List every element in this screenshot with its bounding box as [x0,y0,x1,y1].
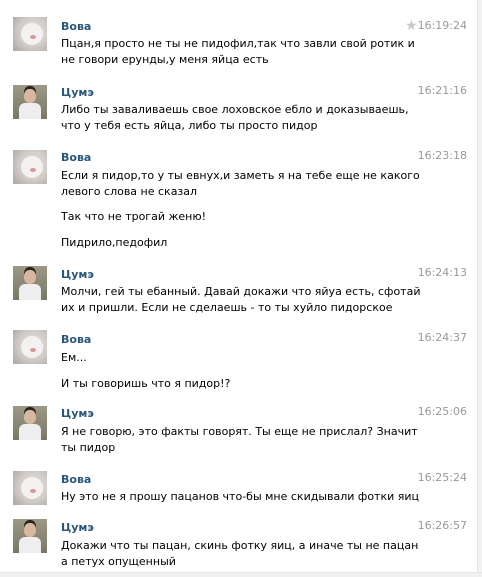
avatar[interactable] [13,406,47,440]
message-text: Либо ты заваливаешь свое лоховское ебло … [61,103,409,132]
avatar[interactable] [13,471,47,505]
message-time[interactable]: 16:26:57 [418,519,467,532]
message-author[interactable]: Вова [61,151,91,164]
message-author[interactable]: Вова [61,333,91,346]
bottom-border [0,572,482,577]
message-time[interactable]: 16:24:37 [418,331,467,344]
message-author[interactable]: Цумэ [61,521,94,534]
message-author[interactable]: Цумэ [61,407,94,420]
message-author[interactable]: Цумэ [61,268,94,281]
avatar[interactable] [13,17,47,51]
message-text: Ну это не я прошу пацанов что-бы мне ски… [61,490,419,503]
avatar[interactable] [13,519,47,553]
avatar[interactable] [13,330,47,364]
message-text: Ем... [61,351,87,364]
message-text: Так что не трогай женю! [61,210,207,223]
avatar[interactable] [13,266,47,300]
message-text: Докажи что ты пацан, скинь фотку яиц, а … [61,539,419,568]
message-text: Я не говорю, это факты говорят. Ты еще н… [61,425,418,454]
message-time[interactable]: 16:24:13 [418,266,467,279]
message-author[interactable]: Цумэ [61,86,94,99]
message-text: Пидрило,педофил [61,236,168,249]
avatar[interactable] [13,85,47,119]
star-icon[interactable]: ★ [405,19,418,33]
message-author[interactable]: Вова [61,20,91,33]
message-time[interactable]: 16:23:18 [418,149,467,162]
message-text: Пцан,я просто не ты не пидофил,так что з… [61,37,415,66]
avatar[interactable] [13,150,47,184]
scrollbar-track[interactable] [477,0,482,577]
message-time[interactable]: 16:21:16 [418,84,467,97]
message-time[interactable]: 16:25:24 [418,471,467,484]
message-author[interactable]: Вова [61,473,91,486]
message-time[interactable]: 16:25:06 [418,405,467,418]
message-time[interactable]: 16:19:24 [418,19,467,32]
message-text: Молчи, гей ты ебанный. Давай докажи что … [61,285,421,314]
message-text: И ты говоришь что я пидор!? [61,377,231,390]
message-text: Если я пидор,то у ты евнух,и заметь я на… [61,169,420,198]
